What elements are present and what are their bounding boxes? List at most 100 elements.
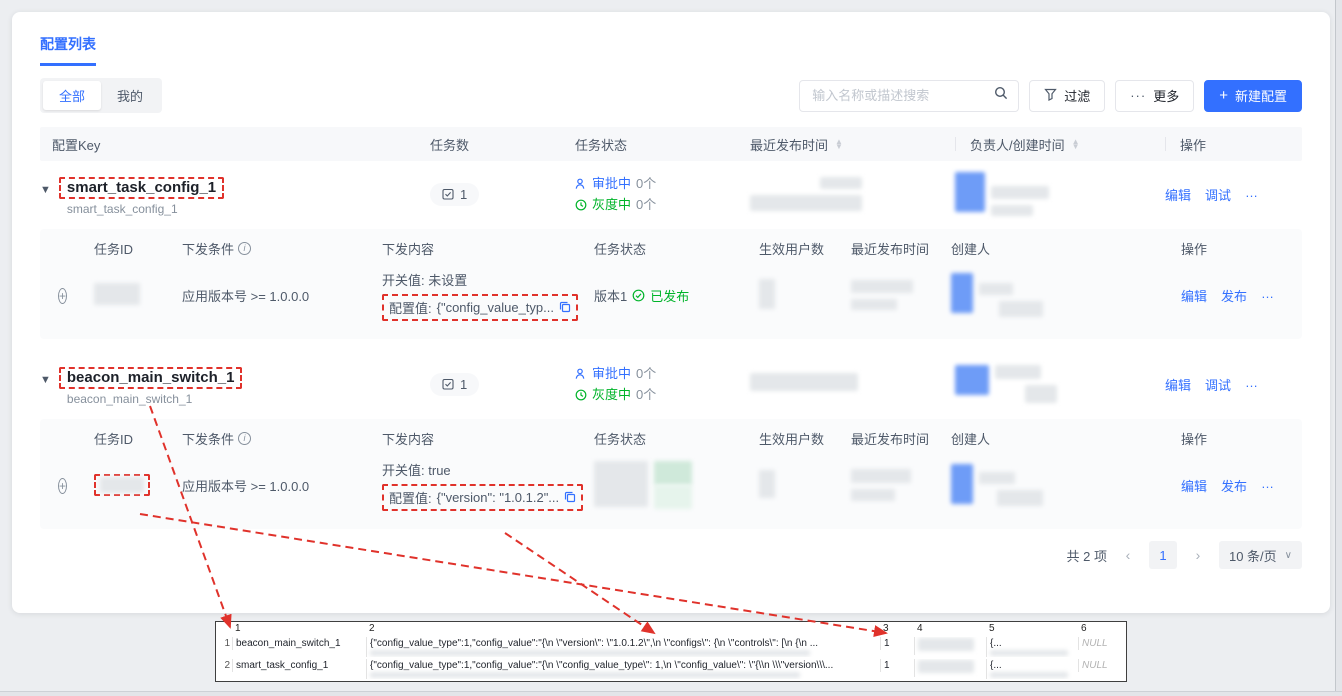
config-label: 配置值: [389, 488, 432, 507]
header-divider [1165, 137, 1166, 151]
chevron-down-icon[interactable]: ▼ [40, 374, 51, 386]
search-box[interactable] [799, 80, 1019, 112]
redacted-text [995, 365, 1041, 379]
info-icon[interactable]: i [238, 242, 251, 255]
publish-link[interactable]: 发布 [1221, 286, 1247, 305]
task-count-badge: 1 [430, 183, 479, 206]
sort-icon[interactable]: ▲▼ [835, 139, 843, 149]
db-header-row: 1 2 3 4 5 6 [216, 622, 1126, 637]
row-more-link[interactable]: … [1245, 185, 1258, 204]
edit-link[interactable]: 编辑 [1181, 476, 1207, 495]
task-condition: 应用版本号 >= 1.0.0.0 [182, 286, 382, 305]
col-config-key: 配置Key [40, 135, 430, 154]
header-divider [955, 137, 956, 151]
sub-col-task-id: 任务ID [94, 239, 182, 258]
expand-row-icon[interactable]: + [58, 288, 67, 304]
row-more-link[interactable]: … [1261, 286, 1274, 305]
db-cell-obj: {... [986, 659, 1078, 679]
db-cell-null: NULL [1078, 659, 1126, 672]
sub-col-actions: 操作 [1181, 429, 1284, 448]
edit-link[interactable]: 编辑 [1165, 375, 1191, 394]
debug-link[interactable]: 调试 [1205, 375, 1231, 394]
redacted-text [990, 672, 1068, 678]
sub-task-panel: 任务ID 下发条件 i 下发内容 任务状态 生效用户数 最近发布时间 创建人 操… [40, 419, 1302, 529]
page-size-select[interactable]: 10 条/页 ∨ [1219, 541, 1302, 569]
redacted-avatar [955, 172, 985, 212]
col-task-status: 任务状态 [575, 135, 750, 154]
col-actions: 操作 [1165, 135, 1302, 154]
edit-link[interactable]: 编辑 [1181, 286, 1207, 305]
config-key-subtitle: beacon_main_switch_1 [67, 392, 243, 406]
create-config-button[interactable]: + 新建配置 [1204, 80, 1302, 112]
task-icon [442, 188, 454, 200]
approver-icon [575, 368, 587, 380]
config-key-subtitle: smart_task_config_1 [67, 202, 224, 216]
task-condition: 应用版本号 >= 1.0.0.0 [182, 476, 382, 495]
filter-button[interactable]: 过滤 [1029, 80, 1105, 112]
redacted-text [750, 195, 862, 211]
chevron-down-icon[interactable]: ▼ [40, 184, 51, 196]
search-icon[interactable] [994, 86, 1008, 105]
next-page-button[interactable]: › [1185, 542, 1211, 568]
total-count: 共 2 项 [1067, 546, 1107, 565]
sub-col-publish-time: 最近发布时间 [851, 429, 951, 448]
redacted-text [594, 461, 648, 507]
copy-icon[interactable] [564, 491, 576, 503]
config-key-link[interactable]: beacon_main_switch_1 [67, 369, 235, 386]
toggle-mine[interactable]: 我的 [101, 81, 159, 110]
search-input[interactable] [810, 87, 994, 104]
col-last-publish: 最近发布时间 ▲▼ [750, 135, 955, 154]
debug-link[interactable]: 调试 [1205, 185, 1231, 204]
task-count-badge: 1 [430, 373, 479, 396]
db-row[interactable]: 1 beacon_main_switch_1 {"config_value_ty… [216, 637, 1126, 659]
db-row[interactable]: 2 smart_task_config_1 {"config_value_typ… [216, 659, 1126, 681]
db-col-2: 2 [366, 622, 880, 635]
filter-icon [1044, 88, 1057, 104]
db-cell-obj: {... [986, 637, 1078, 657]
db-cell-json: {"config_value_type":1,"config_value":"{… [366, 659, 880, 679]
info-icon[interactable]: i [238, 432, 251, 445]
annotation-box: 配置值: {"version": "1.0.1.2"... [382, 484, 583, 511]
col-task-count: 任务数 [430, 135, 575, 154]
redacted-text [370, 672, 800, 678]
edit-link[interactable]: 编辑 [1165, 185, 1191, 204]
prev-page-button[interactable]: ‹ [1115, 542, 1141, 568]
toolbar: 全部 我的 过滤 ··· 更多 + 新建配置 [40, 78, 1302, 113]
toggle-all[interactable]: 全部 [43, 81, 101, 110]
config-key-link[interactable]: smart_task_config_1 [67, 179, 216, 196]
redacted-text [990, 650, 1068, 656]
publish-status: 已发布 [650, 286, 689, 305]
config-value: {"version": "1.0.1.2"... [437, 490, 560, 505]
redacted-text [370, 650, 810, 656]
config-value: {"config_value_typ... [437, 300, 554, 315]
check-circle-icon [632, 289, 645, 302]
more-button[interactable]: ··· 更多 [1115, 80, 1194, 112]
current-page[interactable]: 1 [1149, 541, 1177, 569]
expand-row-icon[interactable]: + [58, 478, 67, 494]
redacted-text [999, 301, 1043, 317]
publish-link[interactable]: 发布 [1221, 476, 1247, 495]
sub-table-header: 任务ID 下发条件 i 下发内容 任务状态 生效用户数 最近发布时间 创建人 操… [44, 419, 1298, 457]
sub-col-users: 生效用户数 [759, 429, 851, 448]
db-col-1: 1 [232, 622, 366, 635]
switch-label: 开关值: [382, 273, 425, 288]
clock-icon [575, 199, 587, 211]
redacted-task-id [100, 477, 144, 493]
db-cell-json: {"config_value_type":1,"config_value":"{… [366, 637, 880, 657]
db-col-4: 4 [914, 622, 986, 635]
redacted-text [851, 280, 913, 293]
annotation-box [94, 474, 150, 497]
sub-col-users: 生效用户数 [759, 239, 851, 258]
copy-icon[interactable] [559, 301, 571, 313]
status-graying: 灰度中 [592, 194, 631, 215]
annotation-box: beacon_main_switch_1 [59, 367, 243, 389]
row-more-link[interactable]: … [1245, 375, 1258, 394]
redacted-text [991, 186, 1049, 199]
sort-icon[interactable]: ▲▼ [1072, 139, 1080, 149]
row-more-link[interactable]: … [1261, 476, 1274, 495]
sub-task-row: + 应用版本号 >= 1.0.0.0 开关值: true 配置值: {"vers… [44, 457, 1298, 519]
db-col-6: 6 [1078, 622, 1126, 635]
tab-config-list[interactable]: 配置列表 [40, 34, 96, 66]
status-approving: 审批中 [592, 173, 631, 194]
clock-icon [575, 389, 587, 401]
